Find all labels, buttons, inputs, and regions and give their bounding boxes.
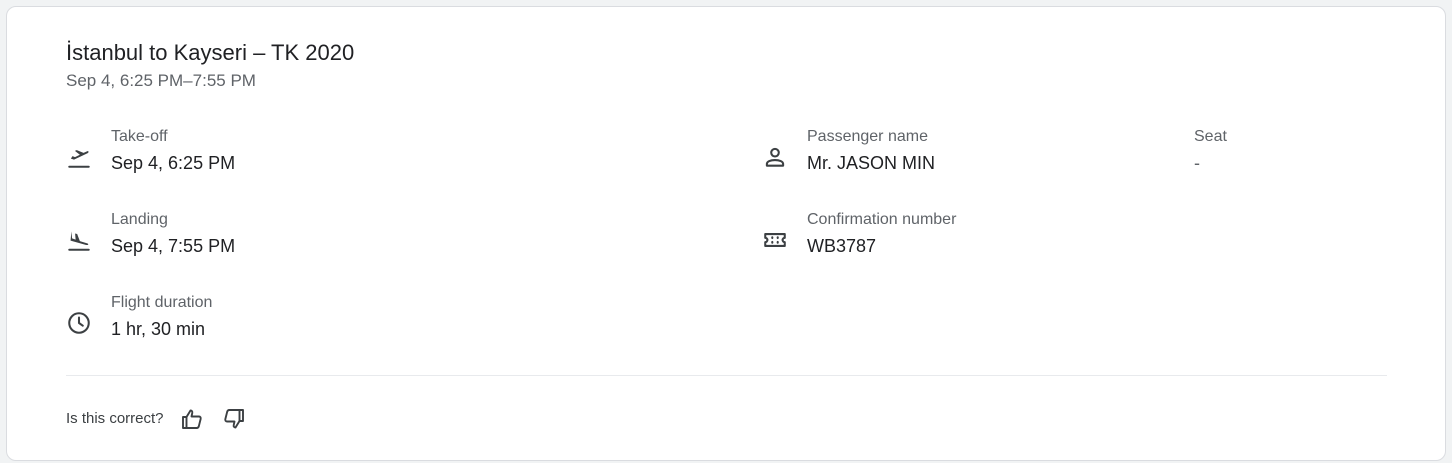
landing-label: Landing xyxy=(111,211,168,228)
thumbs-down-icon xyxy=(222,407,246,431)
takeoff-value: Sep 4, 6:25 PM xyxy=(111,153,236,173)
duration-label: Flight duration xyxy=(111,294,213,311)
person-icon xyxy=(762,144,788,170)
seat-value: - xyxy=(1194,153,1200,173)
feedback-question: Is this correct? xyxy=(66,410,164,427)
flight-subtitle: Sep 4, 6:25 PM–7:55 PM xyxy=(66,71,256,90)
seat-detail: Seat - xyxy=(1194,127,1227,175)
takeoff-icon xyxy=(66,144,92,170)
confirmation-label: Confirmation number xyxy=(807,211,957,228)
flight-card: İstanbul to Kayseri – TK 2020 Sep 4, 6:2… xyxy=(6,6,1446,461)
ticket-icon xyxy=(762,227,788,253)
feedback-row: Is this correct? xyxy=(66,405,248,433)
landing-value: Sep 4, 7:55 PM xyxy=(111,236,236,256)
passenger-label: Passenger name xyxy=(807,128,928,145)
clock-icon xyxy=(66,310,92,336)
divider xyxy=(66,375,1387,376)
thumbs-up-button[interactable] xyxy=(178,405,206,433)
thumbs-up-icon xyxy=(180,407,204,431)
duration-value: 1 hr, 30 min xyxy=(111,319,206,339)
confirmation-value: WB3787 xyxy=(807,236,877,256)
takeoff-label: Take-off xyxy=(111,128,168,145)
landing-icon xyxy=(66,227,92,253)
flight-title: İstanbul to Kayseri – TK 2020 xyxy=(66,40,355,65)
thumbs-down-button[interactable] xyxy=(220,405,248,433)
passenger-value: Mr. JASON MIN xyxy=(807,153,936,173)
seat-label: Seat xyxy=(1194,128,1227,145)
